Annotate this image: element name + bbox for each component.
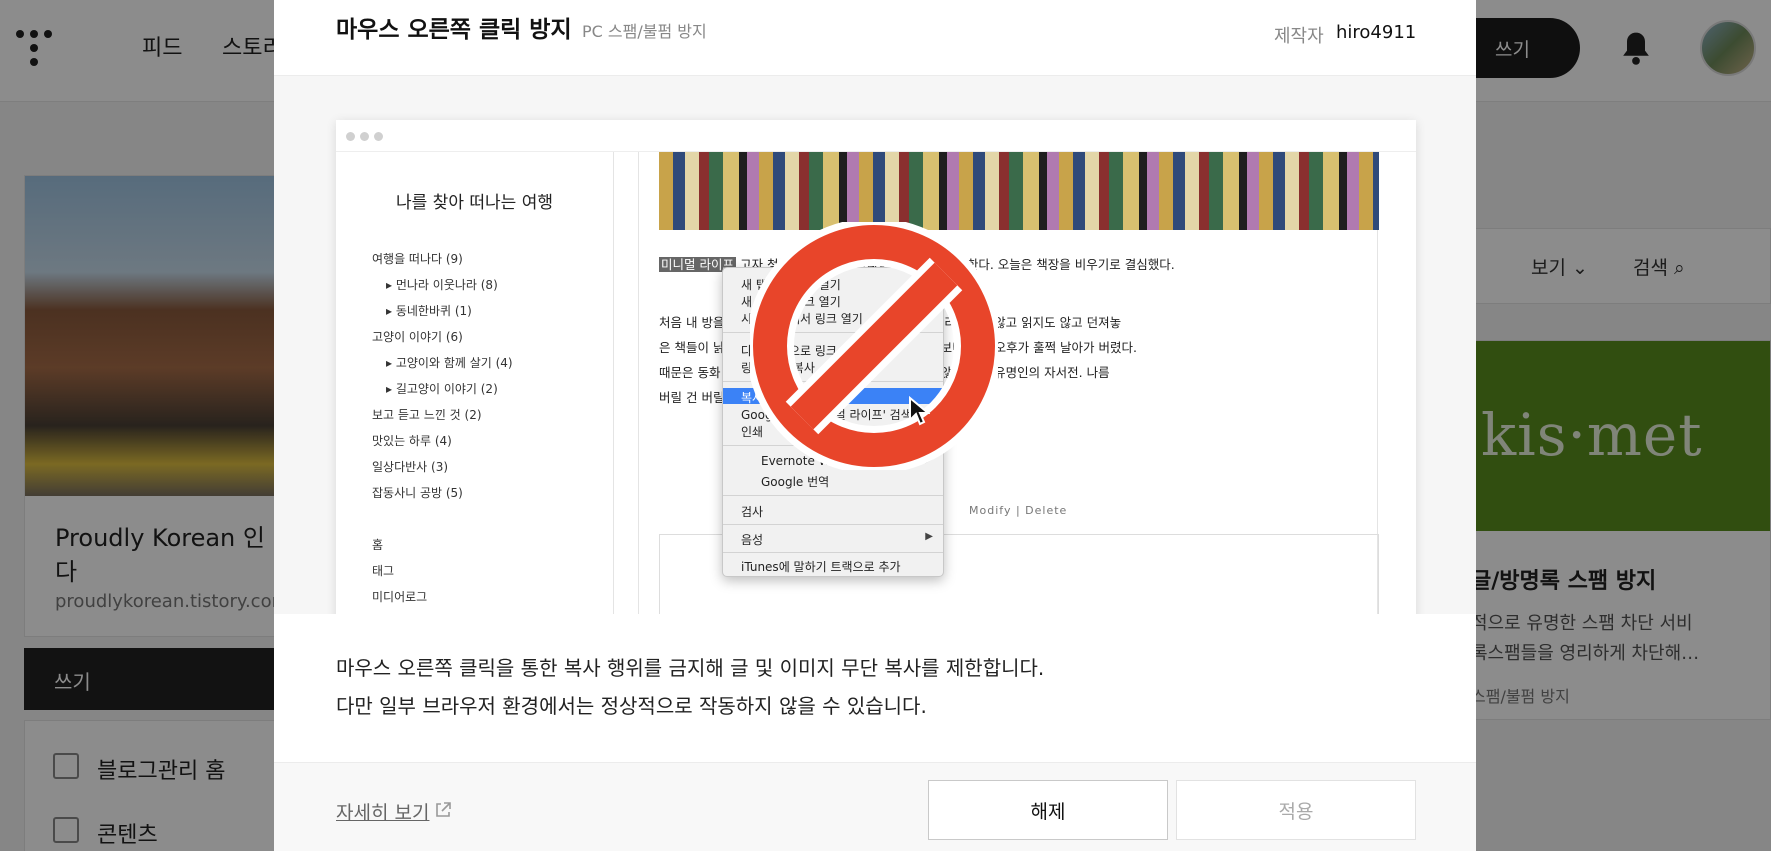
modal-category: PC 스팸/불펌 방지 — [582, 22, 707, 41]
preview-post-image — [659, 152, 1379, 230]
external-link-icon — [436, 802, 451, 817]
preview-category: 보고 듣고 느낀 것 (2) — [372, 408, 482, 422]
preview-category: 고양이 이야기 (6) — [372, 330, 463, 344]
preview-category: ▸ 고양이와 함께 살기 (4) — [386, 356, 513, 370]
modal-footer: 자세히 보기 해제 적용 — [274, 762, 1476, 851]
more-info-link[interactable]: 자세히 보기 — [336, 798, 429, 825]
prohibited-icon — [750, 222, 998, 470]
preview-category: 일상다반사 (3) — [372, 460, 449, 474]
maker-label: 제작자 — [1274, 26, 1324, 47]
ctx-separator — [723, 495, 943, 496]
preview-page-link: 미디어로그 — [372, 590, 428, 604]
browser-titlebar — [336, 120, 1416, 152]
preview-page-link: 태그 — [372, 564, 395, 578]
preview-post-actions: Modify | Delete — [969, 504, 1068, 517]
ctx-item: 검사 — [741, 505, 764, 519]
modal-header: 마우스 오른쪽 클릭 방지 PC 스팸/불펌 방지 제작자 hiro4911 — [274, 0, 1476, 76]
mouse-cursor-icon — [909, 396, 930, 426]
window-dot-icon — [374, 132, 383, 141]
release-button[interactable]: 해제 — [928, 780, 1168, 840]
submenu-arrow-icon: ▶ — [925, 531, 933, 542]
preview-category: ▸ 먼나라 이웃나라 (8) — [386, 278, 498, 292]
preview-category: 맛있는 하루 (4) — [372, 434, 452, 448]
window-dot-icon — [346, 132, 355, 141]
preview-blog-title: 나를 찾아 떠나는 여행 — [396, 193, 553, 213]
preview-blog-sidebar: 나를 찾아 떠나는 여행 여행을 떠나다 (9) ▸ 먼나라 이웃나라 (8) … — [336, 152, 614, 614]
preview-category: ▸ 동네한바퀴 (1) — [386, 304, 472, 318]
modal-title: 마우스 오른쪽 클릭 방지 — [336, 17, 572, 43]
modal-description-line: 마우스 오른쪽 클릭을 통한 복사 행위를 금지해 글 및 이미지 무단 복사를… — [336, 656, 1045, 680]
ctx-item: iTunes에 말하기 트랙으로 추가 — [741, 560, 901, 574]
modal-description-line: 다만 일부 브라우저 환경에서는 정상적으로 작동하지 않을 수 있습니다. — [336, 694, 927, 718]
preview-category: 잡동사니 공방 (5) — [372, 486, 463, 500]
ctx-separator — [723, 552, 943, 553]
ctx-separator — [723, 524, 943, 525]
preview-category: ▸ 길고양이 이야기 (2) — [386, 382, 498, 396]
apply-button[interactable]: 적용 — [1176, 780, 1416, 840]
window-dot-icon — [360, 132, 369, 141]
ctx-item: 음성 — [741, 533, 764, 547]
ctx-item: Google 번역 — [761, 475, 830, 489]
preview-category: 여행을 떠나다 (9) — [372, 252, 463, 266]
maker-name: hiro4911 — [1336, 22, 1417, 43]
preview-page-link: 홈 — [372, 538, 384, 552]
